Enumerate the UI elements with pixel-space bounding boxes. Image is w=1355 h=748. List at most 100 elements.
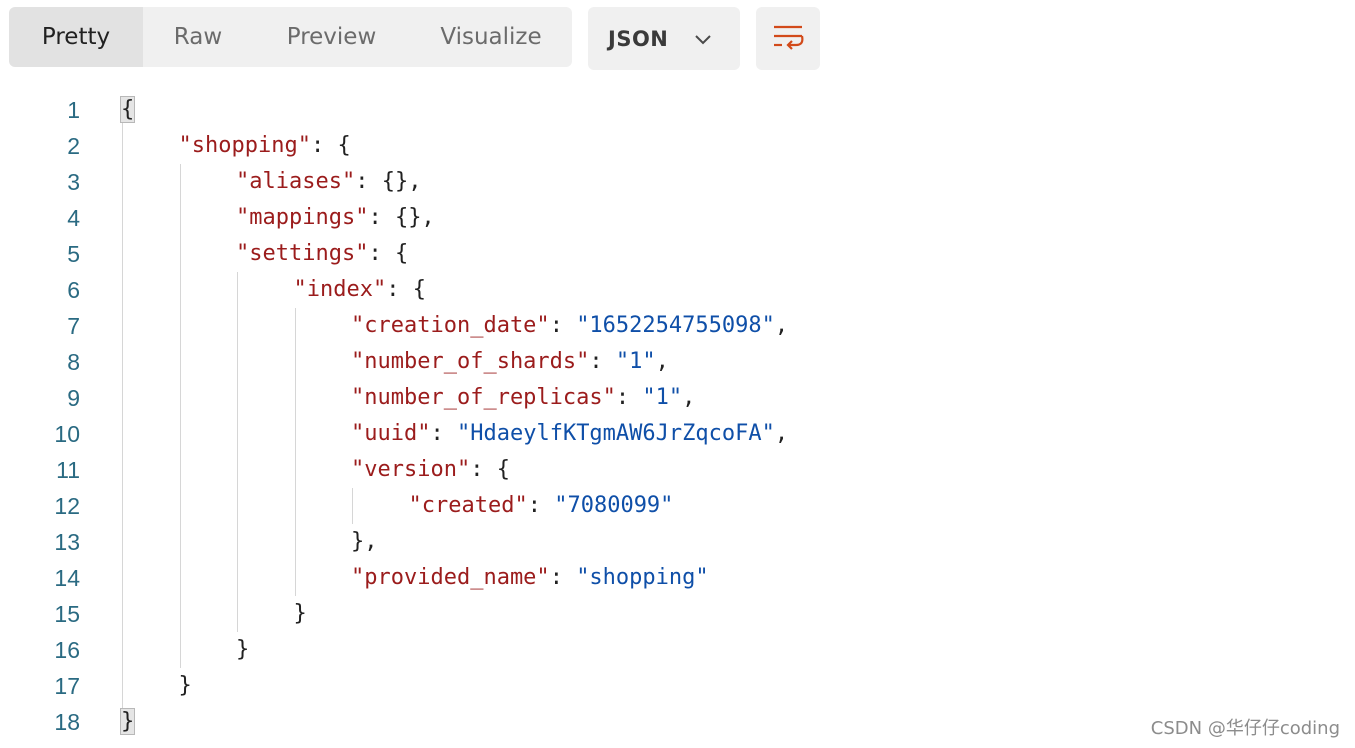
code-text: "number_of_replicas": "1", — [351, 380, 695, 416]
code-line: 14 "provided_name": "shopping" — [0, 560, 1000, 596]
json-punctuation: } — [119, 708, 136, 735]
line-number: 6 — [67, 277, 80, 303]
json-punctuation: : { — [310, 133, 351, 158]
code-text: "version": { — [351, 452, 510, 488]
json-punctuation: : { — [368, 241, 409, 266]
code-line: 6 "index": { — [0, 272, 1000, 308]
code-text: } — [179, 668, 192, 704]
json-key: "number_of_replicas" — [351, 385, 616, 410]
code-line: 2 "shopping": { — [0, 128, 1000, 164]
tab-preview[interactable]: Preview — [253, 7, 410, 67]
code-line: 12 "created": "7080099" — [0, 488, 1000, 524]
json-string-value: "1652254755098" — [576, 313, 775, 338]
line-number: 8 — [67, 349, 80, 375]
format-dropdown[interactable]: JSON — [588, 7, 740, 70]
json-key: "mappings" — [236, 205, 369, 230]
json-punctuation: } — [236, 637, 250, 662]
wrap-lines-icon — [774, 25, 804, 50]
code-text: "provided_name": "shopping" — [351, 560, 709, 596]
json-punctuation: : — [549, 313, 577, 338]
json-string-value: "1" — [642, 385, 683, 410]
json-key: "provided_name" — [351, 565, 550, 590]
json-string-value: "7080099" — [554, 493, 674, 518]
json-punctuation: , — [655, 349, 669, 374]
tab-raw[interactable]: Raw — [143, 7, 253, 67]
line-number: 3 — [67, 169, 80, 195]
code-text: "shopping": { — [179, 128, 351, 164]
code-line: 16} — [0, 632, 1000, 668]
json-punctuation: } — [178, 673, 192, 698]
json-punctuation: : { — [386, 277, 426, 302]
code-line: 3 "aliases": {}, — [0, 164, 1000, 200]
line-number: 14 — [54, 565, 80, 591]
line-number: 12 — [54, 493, 80, 519]
json-punctuation: }, — [351, 529, 378, 554]
json-key: "aliases" — [236, 169, 356, 194]
json-string-value: "1" — [615, 349, 656, 374]
code-text: "created": "7080099" — [409, 488, 674, 524]
code-line: 10 "uuid": "HdaeylfKTgmAW6JrZqcoFA", — [0, 416, 1000, 452]
code-text: { — [119, 92, 136, 128]
code-line: 11 "version": { — [0, 452, 1000, 488]
tab-pretty[interactable]: Pretty — [9, 7, 143, 67]
json-key: "version" — [351, 457, 471, 482]
wrap-lines-button[interactable] — [756, 7, 820, 70]
code-line: 4 "mappings": {}, — [0, 200, 1000, 236]
json-key: "uuid" — [351, 421, 431, 446]
code-text: }, — [351, 524, 378, 560]
watermark: CSDN @华仔仔coding — [1150, 718, 1340, 739]
json-punctuation: : — [527, 493, 555, 518]
line-number: 10 — [54, 421, 80, 447]
json-punctuation: : {}, — [355, 169, 422, 194]
json-punctuation: : { — [470, 457, 510, 482]
code-text: } — [294, 596, 307, 632]
json-punctuation: : {}, — [368, 205, 435, 230]
line-number: 18 — [54, 709, 80, 735]
json-string-value: "shopping" — [576, 565, 709, 590]
json-key: "number_of_shards" — [351, 349, 590, 374]
code-text: "creation_date": "1652254755098", — [351, 308, 788, 344]
json-punctuation: , — [774, 421, 789, 446]
response-view-tabs: Pretty Raw Preview Visualize — [9, 7, 572, 67]
code-line: 9 "number_of_replicas": "1", — [0, 380, 1000, 416]
line-number: 2 — [67, 133, 80, 159]
json-key: "settings" — [236, 241, 369, 266]
json-punctuation: { — [119, 96, 136, 123]
code-text: "settings": { — [236, 236, 408, 272]
json-punctuation: : — [615, 385, 643, 410]
code-text: } — [236, 632, 249, 668]
json-punctuation: , — [682, 385, 696, 410]
json-key: "index" — [293, 277, 387, 302]
tab-visualize[interactable]: Visualize — [410, 7, 572, 67]
line-number: 13 — [54, 529, 80, 555]
line-number: 4 — [67, 205, 80, 231]
json-key: "creation_date" — [351, 313, 550, 338]
json-punctuation: : — [589, 349, 616, 374]
line-number: 11 — [56, 457, 80, 483]
json-string-value: "HdaeylfKTgmAW6JrZqcoFA" — [456, 421, 775, 446]
code-line: 18} — [0, 704, 1000, 740]
code-line: 5 "settings": { — [0, 236, 1000, 272]
line-number: 1 — [67, 97, 80, 123]
code-line: 7 "creation_date": "1652254755098", — [0, 308, 1000, 344]
line-number: 15 — [54, 601, 80, 627]
json-punctuation: : — [430, 421, 457, 446]
code-line: 1{ — [0, 92, 1000, 128]
json-punctuation: : — [549, 565, 577, 590]
code-text: } — [119, 704, 136, 740]
code-text: "mappings": {}, — [236, 200, 435, 236]
json-key: "shopping" — [178, 133, 311, 158]
code-line: 13}, — [0, 524, 1000, 560]
code-text: "uuid": "HdaeylfKTgmAW6JrZqcoFA", — [351, 416, 788, 452]
chevron-down-icon — [695, 35, 711, 45]
code-line: 8 "number_of_shards": "1", — [0, 344, 1000, 380]
json-punctuation: , — [774, 313, 789, 338]
line-number: 16 — [54, 637, 80, 663]
line-number: 9 — [67, 385, 80, 411]
json-key: "created" — [408, 493, 528, 518]
format-dropdown-label: JSON — [608, 26, 669, 51]
code-line: 15} — [0, 596, 1000, 632]
code-line: 17} — [0, 668, 1000, 704]
line-number: 7 — [67, 313, 80, 339]
code-text: "index": { — [294, 272, 426, 308]
